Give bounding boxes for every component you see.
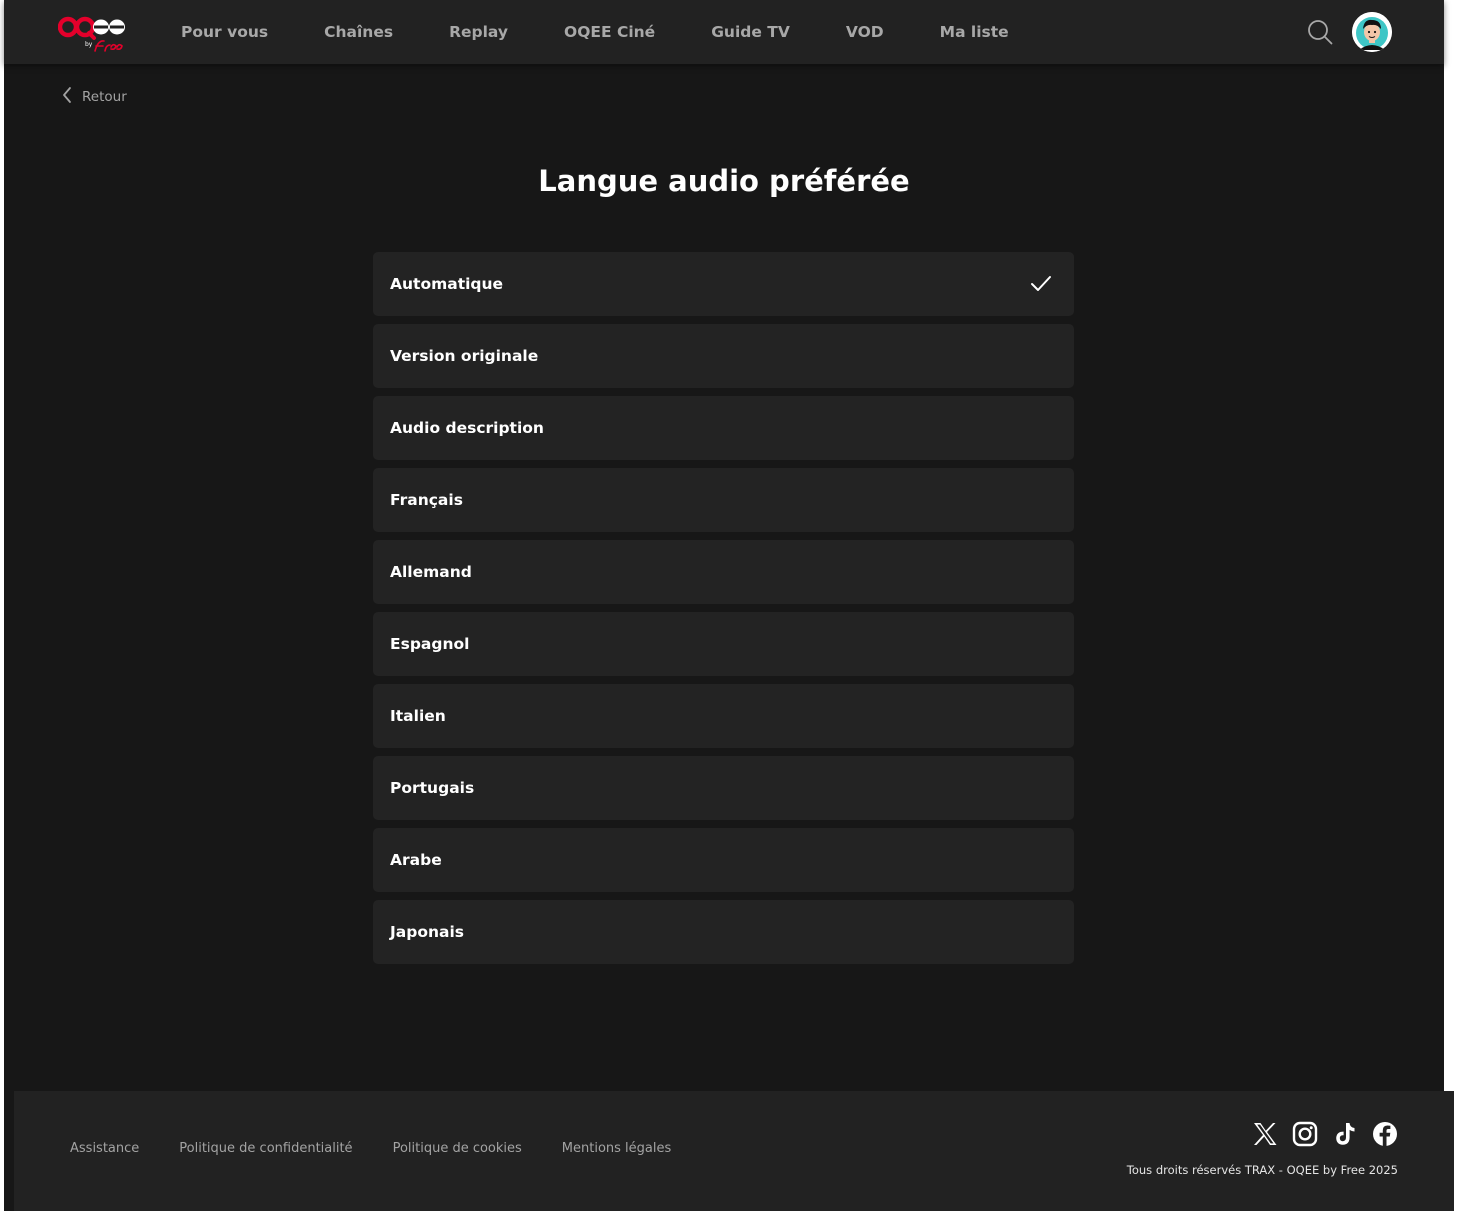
option-espagnol[interactable]: Espagnol <box>373 612 1074 676</box>
search-icon[interactable] <box>1307 19 1333 45</box>
oqee-logo[interactable]: by <box>57 14 128 54</box>
option-label: Audio description <box>390 419 544 437</box>
back-button[interactable]: Retour <box>60 86 127 108</box>
footer-link-cookies[interactable]: Politique de cookies <box>393 1141 522 1156</box>
option-label: Italien <box>390 707 446 725</box>
footer-link-privacy[interactable]: Politique de confidentialité <box>179 1141 352 1156</box>
footer: Assistance Politique de confidentialité … <box>14 1091 1454 1211</box>
chevron-left-icon <box>60 85 74 109</box>
option-audio-description[interactable]: Audio description <box>373 396 1074 460</box>
footer-link-assistance[interactable]: Assistance <box>70 1141 139 1156</box>
option-automatique[interactable]: Automatique <box>373 252 1074 316</box>
footer-links: Assistance Politique de confidentialité … <box>70 1141 711 1156</box>
facebook-icon[interactable] <box>1372 1121 1398 1147</box>
svg-text:by: by <box>85 41 93 48</box>
option-label: Version originale <box>390 347 539 365</box>
option-allemand[interactable]: Allemand <box>373 540 1074 604</box>
option-japonais[interactable]: Japonais <box>373 900 1074 964</box>
nav-vod[interactable]: VOD <box>846 23 884 41</box>
nav-ma-liste[interactable]: Ma liste <box>940 23 1009 41</box>
option-label: Espagnol <box>390 635 470 653</box>
option-version-originale[interactable]: Version originale <box>373 324 1074 388</box>
copyright-text: Tous droits réservés TRAX - OQEE by Free… <box>1126 1163 1398 1177</box>
main-nav: Pour vous Chaînes Replay OQEE Ciné Guide… <box>181 0 1065 64</box>
back-label: Retour <box>82 89 127 105</box>
checkmark-icon <box>1030 274 1052 294</box>
x-icon[interactable] <box>1252 1121 1278 1147</box>
nav-replay[interactable]: Replay <box>449 23 508 41</box>
nav-pour-vous[interactable]: Pour vous <box>181 23 268 41</box>
footer-link-legal[interactable]: Mentions légales <box>562 1141 671 1156</box>
nav-chaines[interactable]: Chaînes <box>324 23 393 41</box>
social-links <box>1238 1121 1398 1147</box>
nav-guide-tv[interactable]: Guide TV <box>711 23 790 41</box>
option-label: Arabe <box>390 851 442 869</box>
page-title: Langue audio préférée <box>538 164 910 198</box>
option-francais[interactable]: Français <box>373 468 1074 532</box>
option-portugais[interactable]: Portugais <box>373 756 1074 820</box>
audio-language-list: Automatique Version originale Audio desc… <box>373 252 1074 972</box>
option-arabe[interactable]: Arabe <box>373 828 1074 892</box>
app-root: by Pour vous Chaînes Replay OQEE Ciné Gu… <box>4 0 1444 1211</box>
nav-oqee-cine[interactable]: OQEE Ciné <box>564 23 655 41</box>
option-italien[interactable]: Italien <box>373 684 1074 748</box>
avatar-icon[interactable] <box>1352 12 1392 52</box>
option-label: Japonais <box>390 923 465 941</box>
option-label: Portugais <box>390 779 475 797</box>
tiktok-icon[interactable] <box>1332 1121 1358 1147</box>
option-label: Automatique <box>390 275 504 293</box>
instagram-icon[interactable] <box>1292 1121 1318 1147</box>
top-navigation-bar: by Pour vous Chaînes Replay OQEE Ciné Gu… <box>4 0 1444 64</box>
option-label: Français <box>390 491 463 509</box>
option-label: Allemand <box>390 563 472 581</box>
